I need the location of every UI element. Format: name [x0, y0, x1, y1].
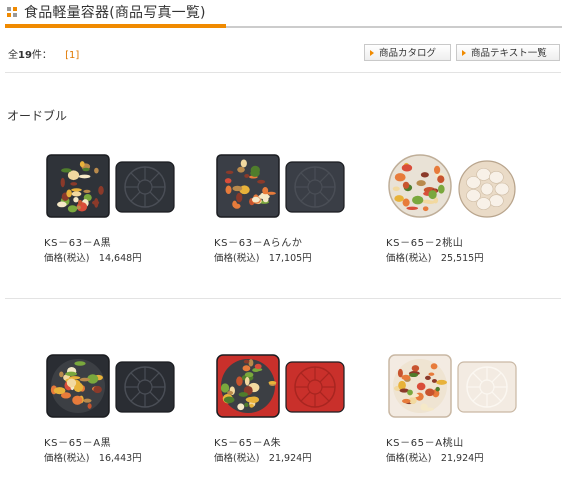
product-card[interactable]: KS－65－2桃山 価格(税込) 25,515円: [386, 152, 546, 272]
product-photo[interactable]: [386, 352, 526, 422]
arrow-right-icon: [370, 50, 374, 56]
title-underline-accent: [5, 24, 226, 28]
product-price: 価格(税込) 21,924円: [214, 453, 312, 464]
product-text-list-button[interactable]: 商品テキスト一覧: [456, 44, 560, 61]
product-photo[interactable]: [386, 152, 526, 222]
product-card[interactable]: KS－63－A黒 価格(税込) 14,648円: [44, 152, 204, 272]
product-photo[interactable]: [44, 352, 184, 422]
product-catalog-button[interactable]: 商品カタログ: [364, 44, 451, 61]
product-price: 価格(税込) 17,105円: [214, 253, 312, 264]
product-price: 価格(税込) 25,515円: [386, 253, 484, 264]
product-name[interactable]: KS－63－A黒: [44, 234, 111, 249]
page-header: 食品軽量容器(商品写真一覧): [0, 0, 567, 28]
product-price: 価格(税込) 14,648円: [44, 253, 142, 264]
title-underline: [226, 26, 562, 28]
product-price: 価格(税込) 16,443円: [44, 453, 142, 464]
count-prefix: 全: [8, 50, 18, 61]
product-catalog-label: 商品カタログ: [379, 48, 437, 59]
count-suffix: 件：: [31, 50, 52, 61]
product-name[interactable]: KS－65－A桃山: [386, 434, 464, 449]
arrow-right-icon: [462, 50, 466, 56]
divider: [5, 298, 561, 299]
product-name[interactable]: KS－65－A朱: [214, 434, 281, 449]
section-title: オードブル: [7, 109, 68, 123]
product-card[interactable]: KS－63－Aらんか 価格(税込) 17,105円: [214, 152, 374, 272]
count-number: 19: [18, 50, 32, 61]
product-card[interactable]: KS－65－A黒 価格(税込) 16,443円: [44, 352, 204, 472]
product-price: 価格(税込) 21,924円: [386, 453, 484, 464]
product-name[interactable]: KS－63－Aらんか: [214, 234, 302, 249]
page-link-1[interactable]: [1]: [65, 50, 79, 61]
product-card[interactable]: KS－65－A朱 価格(税込) 21,924円: [214, 352, 374, 472]
product-photo[interactable]: [44, 152, 184, 222]
result-count: 全19件： [1]: [8, 46, 79, 61]
grid-bullet-icon: [7, 7, 17, 17]
page-title: 食品軽量容器(商品写真一覧): [24, 5, 206, 21]
product-name[interactable]: KS－65－A黒: [44, 434, 111, 449]
divider: [5, 72, 561, 73]
product-card[interactable]: KS－65－A桃山 価格(税込) 21,924円: [386, 352, 546, 472]
product-photo[interactable]: [214, 152, 354, 222]
product-text-list-label: 商品テキスト一覧: [471, 48, 547, 59]
product-photo[interactable]: [214, 352, 354, 422]
product-name[interactable]: KS－65－2桃山: [386, 234, 463, 249]
